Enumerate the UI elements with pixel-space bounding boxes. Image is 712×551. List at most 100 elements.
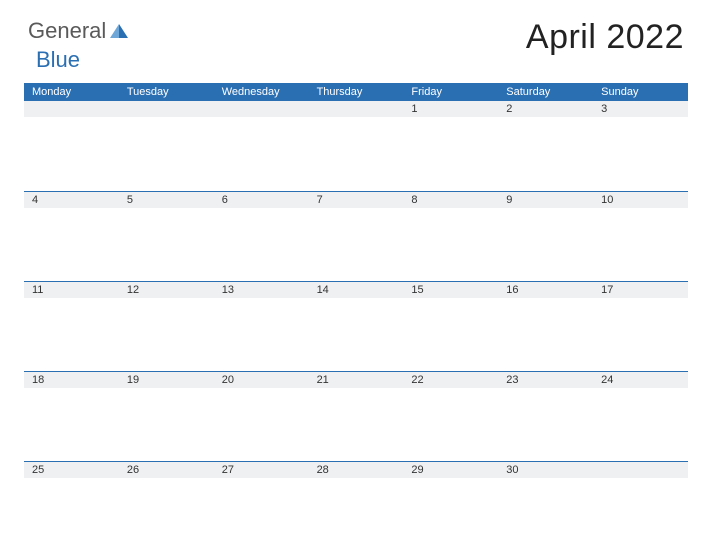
calendar-day-cell: 14 [309, 282, 404, 371]
day-number: 1 [403, 101, 498, 117]
day-body [119, 298, 214, 371]
day-number: 21 [309, 372, 404, 388]
calendar-day-cell: 8 [403, 192, 498, 281]
calendar-day-cell: 21 [309, 372, 404, 461]
calendar-day-cell: 18 [24, 372, 119, 461]
calendar-day-cell: 29 [403, 462, 498, 551]
day-number [309, 101, 404, 117]
day-body [24, 298, 119, 371]
weekday-header: Friday [403, 83, 498, 101]
calendar-day-cell: 30 [498, 462, 593, 551]
day-number [119, 101, 214, 117]
calendar-day-cell: 10 [593, 192, 688, 281]
calendar-day-cell: 25 [24, 462, 119, 551]
day-number: 10 [593, 192, 688, 208]
weekday-header: Monday [24, 83, 119, 101]
day-number: 19 [119, 372, 214, 388]
day-number: 18 [24, 372, 119, 388]
calendar-week-row: 252627282930 [24, 461, 688, 551]
calendar-week-row: 45678910 [24, 191, 688, 281]
calendar-day-cell: 16 [498, 282, 593, 371]
day-body [593, 478, 688, 551]
day-body [119, 117, 214, 191]
day-body [498, 208, 593, 281]
day-body [309, 388, 404, 461]
day-body [593, 388, 688, 461]
day-number: 30 [498, 462, 593, 478]
calendar-day-cell: 13 [214, 282, 309, 371]
day-body [309, 478, 404, 551]
calendar-day-cell: 27 [214, 462, 309, 551]
day-body [214, 298, 309, 371]
calendar-day-cell: 19 [119, 372, 214, 461]
day-body [214, 478, 309, 551]
day-number: 6 [214, 192, 309, 208]
calendar-day-cell: 5 [119, 192, 214, 281]
weekday-header: Wednesday [214, 83, 309, 101]
calendar-title: April 2022 [526, 18, 684, 57]
day-number: 7 [309, 192, 404, 208]
calendar-week-row: 11121314151617 [24, 281, 688, 371]
brand-word-1: General [28, 18, 106, 44]
day-body [403, 388, 498, 461]
calendar-day-cell: 17 [593, 282, 688, 371]
day-number: 17 [593, 282, 688, 298]
calendar-day-cell: 26 [119, 462, 214, 551]
calendar-day-cell: 24 [593, 372, 688, 461]
day-number: 8 [403, 192, 498, 208]
day-body [214, 388, 309, 461]
day-number [214, 101, 309, 117]
day-body [593, 117, 688, 191]
day-number: 25 [24, 462, 119, 478]
weekday-header: Sunday [593, 83, 688, 101]
day-number: 20 [214, 372, 309, 388]
day-body [119, 478, 214, 551]
brand-triangle-icon [110, 24, 128, 38]
calendar-day-cell: 3 [593, 101, 688, 191]
day-number: 16 [498, 282, 593, 298]
day-number: 29 [403, 462, 498, 478]
day-body [214, 117, 309, 191]
calendar-grid: Monday Tuesday Wednesday Thursday Friday… [0, 83, 712, 551]
calendar-week-row: 18192021222324 [24, 371, 688, 461]
day-number: 9 [498, 192, 593, 208]
brand-word-2: Blue [36, 47, 80, 72]
day-body [498, 298, 593, 371]
calendar-day-cell: 15 [403, 282, 498, 371]
calendar-day-cell: 7 [309, 192, 404, 281]
day-body [24, 117, 119, 191]
day-body [593, 298, 688, 371]
calendar-day-cell: 20 [214, 372, 309, 461]
calendar-day-cell [309, 101, 404, 191]
day-number: 4 [24, 192, 119, 208]
calendar-day-cell [214, 101, 309, 191]
calendar-day-cell: 2 [498, 101, 593, 191]
day-body [24, 208, 119, 281]
day-number: 15 [403, 282, 498, 298]
day-number [24, 101, 119, 117]
weekday-header: Thursday [309, 83, 404, 101]
calendar-day-cell: 11 [24, 282, 119, 371]
day-number: 12 [119, 282, 214, 298]
day-body [214, 208, 309, 281]
day-number: 3 [593, 101, 688, 117]
day-number: 23 [498, 372, 593, 388]
day-body [498, 478, 593, 551]
day-number: 24 [593, 372, 688, 388]
day-body [309, 208, 404, 281]
day-number: 5 [119, 192, 214, 208]
day-number [593, 462, 688, 478]
day-body [119, 388, 214, 461]
weekday-header-row: Monday Tuesday Wednesday Thursday Friday… [24, 83, 688, 101]
day-number: 14 [309, 282, 404, 298]
day-number: 22 [403, 372, 498, 388]
calendar-week-row: 123 [24, 101, 688, 191]
weekday-header: Tuesday [119, 83, 214, 101]
calendar-day-cell: 6 [214, 192, 309, 281]
day-body [593, 208, 688, 281]
calendar-day-cell: 1 [403, 101, 498, 191]
day-body [403, 117, 498, 191]
calendar-day-cell: 9 [498, 192, 593, 281]
day-body [498, 388, 593, 461]
calendar-day-cell [593, 462, 688, 551]
